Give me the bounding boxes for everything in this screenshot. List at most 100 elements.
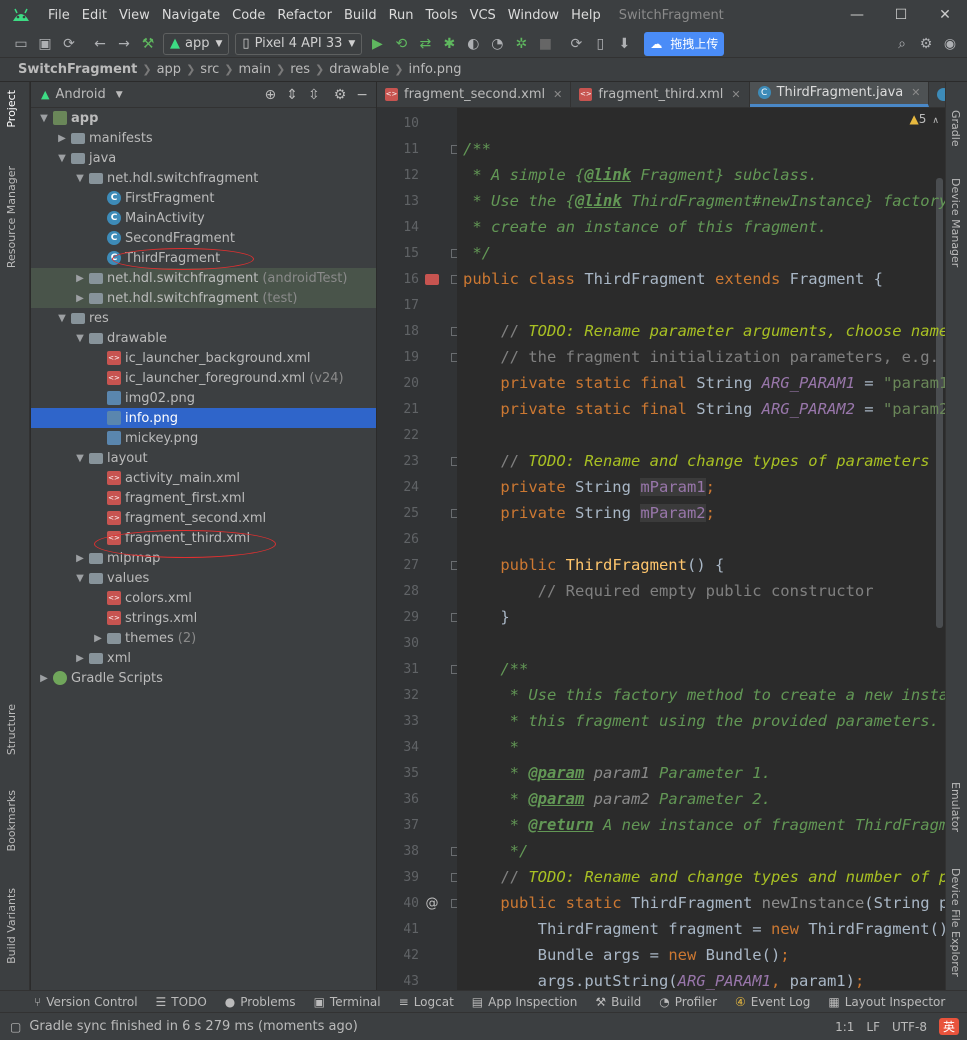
device-select[interactable]: ▯ Pixel 4 API 33 ▼ — [235, 32, 363, 55]
tool-tab-device-file-explorer[interactable]: Device File Explorer — [949, 868, 962, 977]
inspection-widget[interactable]: ▲5 ∧ — [910, 112, 939, 126]
forward-arrow-icon[interactable]: → — [113, 33, 135, 55]
bottom-tab-version-control[interactable]: ⑂ Version Control — [34, 995, 138, 1009]
line-separator[interactable]: LF — [866, 1020, 880, 1034]
menu-item-view[interactable]: View — [113, 8, 156, 23]
bottom-tab-layout-inspector[interactable]: ▦ Layout Inspector — [828, 995, 945, 1009]
notifications-icon[interactable]: ◉ — [939, 33, 961, 55]
chevron-down-icon[interactable]: ▼ — [116, 90, 123, 100]
collapse-all-icon[interactable]: ⇳ — [308, 87, 320, 103]
apply-changes-icon[interactable]: ⟲ — [390, 33, 412, 55]
tool-tab-project[interactable]: Project — [5, 90, 18, 128]
menu-item-help[interactable]: Help — [565, 8, 607, 23]
menu-item-refactor[interactable]: Refactor — [271, 8, 338, 23]
tree-item[interactable]: <> fragment_second.xml — [31, 508, 376, 528]
menu-item-file[interactable]: File — [42, 8, 76, 23]
maximize-button[interactable]: ☐ — [879, 7, 923, 23]
menu-item-edit[interactable]: Edit — [76, 8, 113, 23]
close-tab-icon[interactable]: ✕ — [731, 88, 740, 101]
toggle-panels-icon[interactable]: ▢ — [10, 1020, 21, 1034]
expand-arrow-icon[interactable]: ▼ — [55, 313, 69, 324]
gradle-sync-icon[interactable]: ⟳ — [565, 33, 587, 55]
tree-item[interactable]: <> colors.xml — [31, 588, 376, 608]
bottom-tab-terminal[interactable]: ▣ Terminal — [314, 995, 381, 1009]
expand-all-icon[interactable]: ⇕ — [286, 87, 298, 103]
bottom-tab-profiler[interactable]: ◔ Profiler — [659, 995, 717, 1009]
bottom-tab-event-log[interactable]: ④ Event Log — [735, 995, 810, 1009]
sync-icon[interactable]: ⟳ — [58, 33, 80, 55]
expand-arrow-icon[interactable]: ▼ — [55, 153, 69, 164]
editor-tab[interactable]: C ThirdFragment.java ✕ — [749, 82, 930, 107]
menu-item-navigate[interactable]: Navigate — [156, 8, 226, 23]
code-editor[interactable]: ▲5 ∧ /** * A simple {@link Fragment} subc… — [457, 108, 945, 990]
tree-item[interactable]: <> fragment_first.xml — [31, 488, 376, 508]
expand-arrow-icon[interactable]: ▼ — [73, 573, 87, 584]
tree-item[interactable]: <> activity_main.xml — [31, 468, 376, 488]
collapse-arrow-icon[interactable]: ▶ — [37, 673, 51, 684]
gear-icon[interactable]: ⚙ — [915, 33, 937, 55]
tool-tab-bookmarks[interactable]: Bookmarks — [5, 790, 18, 851]
tree-item[interactable]: ▶ manifests — [31, 128, 376, 148]
menu-item-vcs[interactable]: VCS — [464, 8, 502, 23]
collapse-arrow-icon[interactable]: ▶ — [73, 553, 87, 564]
tree-item[interactable]: ▼ res — [31, 308, 376, 328]
status-message[interactable]: Gradle sync finished in 6 s 279 ms (mome… — [29, 1019, 357, 1034]
caret-position[interactable]: 1:1 — [835, 1020, 854, 1034]
tool-tab-emulator[interactable]: Emulator — [949, 782, 962, 832]
annotation-marker-icon[interactable]: @ — [423, 894, 441, 912]
tree-item[interactable]: <> strings.xml — [31, 608, 376, 628]
tool-tab-structure[interactable]: Structure — [5, 704, 18, 755]
close-tab-icon[interactable]: ✕ — [553, 88, 562, 101]
tree-item[interactable]: C FirstFragment — [31, 188, 376, 208]
breadcrumb-item[interactable]: res — [290, 62, 310, 77]
tree-item[interactable]: ▶ Gradle Scripts — [31, 668, 376, 688]
run-icon[interactable]: ▶ — [366, 33, 388, 55]
profile-icon[interactable]: ◔ — [486, 33, 508, 55]
collapse-arrow-icon[interactable]: ▶ — [73, 273, 87, 284]
breadcrumb-item[interactable]: src — [200, 62, 219, 77]
tree-item[interactable]: ▼ net.hdl.switchfragment — [31, 168, 376, 188]
tree-item[interactable]: ▶ xml — [31, 648, 376, 668]
tree-item[interactable]: C MainActivity — [31, 208, 376, 228]
minimize-button[interactable]: — — [835, 7, 879, 23]
expand-arrow-icon[interactable]: ▼ — [73, 173, 87, 184]
breadcrumb-item[interactable]: main — [239, 62, 271, 77]
close-button[interactable]: ✕ — [923, 7, 967, 23]
tree-item[interactable]: <> ic_launcher_background.xml — [31, 348, 376, 368]
bottom-tab-app-inspection[interactable]: ▤ App Inspection — [472, 995, 578, 1009]
hide-panel-icon[interactable]: − — [356, 87, 368, 103]
collapse-arrow-icon[interactable]: ▶ — [73, 293, 87, 304]
tree-item[interactable]: C SecondFragment — [31, 228, 376, 248]
menu-item-tools[interactable]: Tools — [420, 8, 464, 23]
run-config-select[interactable]: ▲ app ▼ — [163, 32, 230, 55]
breadcrumb-item[interactable]: app — [157, 62, 181, 77]
expand-arrow-icon[interactable]: ▼ — [73, 333, 87, 344]
sdk-manager-icon[interactable]: ⬇ — [613, 33, 635, 55]
breadcrumb-item[interactable]: info.png — [409, 62, 462, 77]
tree-item[interactable]: ▶ themes (2) — [31, 628, 376, 648]
bottom-tab-todo[interactable]: ☰ TODO — [156, 995, 207, 1009]
tree-item[interactable]: ▶ net.hdl.switchfragment (test) — [31, 288, 376, 308]
tree-item[interactable]: img02.png — [31, 388, 376, 408]
apply-code-changes-icon[interactable]: ⇄ — [414, 33, 436, 55]
menu-item-run[interactable]: Run — [383, 8, 420, 23]
menu-item-build[interactable]: Build — [338, 8, 383, 23]
close-tab-icon[interactable]: ✕ — [911, 86, 920, 99]
tree-item[interactable]: ▶ net.hdl.switchfragment (androidTest) — [31, 268, 376, 288]
gear-icon[interactable]: ⚙ — [334, 87, 347, 103]
tree-item[interactable]: <> ic_launcher_foreground.xml (v24) — [31, 368, 376, 388]
class-marker-icon[interactable] — [423, 270, 441, 288]
expand-arrow-icon[interactable]: ▼ — [73, 453, 87, 464]
menu-item-code[interactable]: Code — [226, 8, 271, 23]
tool-tab-device-manager[interactable]: Device Manager — [949, 178, 962, 267]
tool-tab-resource-manager[interactable]: Resource Manager — [5, 166, 18, 268]
collapse-arrow-icon[interactable]: ▶ — [55, 133, 69, 144]
bottom-tab-build[interactable]: ⚒ Build — [595, 995, 641, 1009]
build-hammer-icon[interactable]: ⚒ — [137, 33, 159, 55]
tool-tab-build-variants[interactable]: Build Variants — [5, 888, 18, 964]
collapse-arrow-icon[interactable]: ▶ — [73, 653, 87, 664]
open-folder-icon[interactable]: ▭ — [10, 33, 32, 55]
breadcrumb-item[interactable]: SwitchFragment — [18, 62, 137, 77]
tree-item[interactable]: ▼ values — [31, 568, 376, 588]
collapse-arrow-icon[interactable]: ▶ — [91, 633, 105, 644]
